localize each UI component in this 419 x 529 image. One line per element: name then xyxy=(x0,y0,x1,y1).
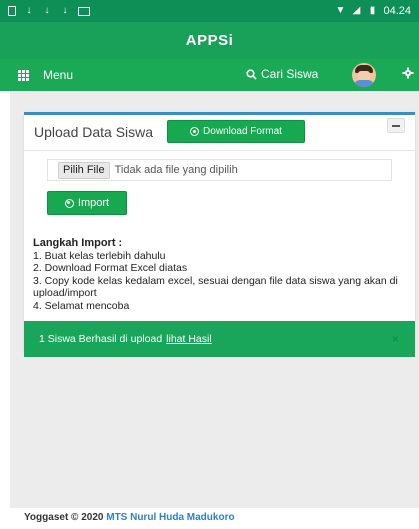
app-title-bar: APPSi xyxy=(0,22,419,59)
panel-header: Upload Data Siswa Download Format xyxy=(24,115,415,151)
success-alert: 1 Siswa Berhasil di upload lihat Hasil × xyxy=(24,321,415,357)
search-student-link[interactable]: Cari Siswa xyxy=(246,67,318,81)
download-icon: ↓ xyxy=(62,5,68,16)
status-time: 04.24 xyxy=(383,5,411,17)
view-result-link[interactable]: lihat Hasil xyxy=(166,333,212,345)
download-icon: ↓ xyxy=(26,5,32,16)
search-icon xyxy=(246,68,257,80)
battery-icon: ▮ xyxy=(369,5,376,16)
app-title: APPSi xyxy=(185,32,234,49)
import-steps: Langkah Import : 1. Buat kelas terlebih … xyxy=(33,237,411,312)
image-icon xyxy=(78,6,90,16)
step-item: 2. Download Format Excel diatas xyxy=(33,262,188,274)
step-item: 4. Selamat mencoba xyxy=(33,299,130,312)
file-status-text: Tidak ada file yang dipilih xyxy=(114,164,238,176)
import-circle-icon xyxy=(64,198,74,208)
choose-file-button[interactable]: Pilih File xyxy=(58,161,110,179)
alert-message: 1 Siswa Berhasil di upload xyxy=(39,333,163,345)
download-format-label: Download Format xyxy=(203,126,282,137)
nav-bar: Menu Cari Siswa xyxy=(0,59,419,91)
footer: Yoggaset © 2020 MTS Nurul Huda Madukoro xyxy=(24,512,235,523)
footer-brand-link[interactable]: MTS Nurul Huda Madukoro xyxy=(106,512,234,523)
file-input[interactable]: Pilih File Tidak ada file yang dipilih xyxy=(47,159,392,181)
panel-title: Upload Data Siswa xyxy=(34,124,154,140)
minus-icon xyxy=(392,124,400,127)
footer-text: Yoggaset © 2020 xyxy=(24,512,104,523)
sim-icon xyxy=(8,6,16,16)
steps-title: Langkah Import : xyxy=(33,237,123,249)
collapse-button[interactable] xyxy=(387,118,405,133)
signal-icon: ◢ xyxy=(352,5,361,16)
status-bar: ↓ ↓ ↓ ▼ ◢ ▮ 04.24 xyxy=(0,0,419,22)
step-item: 3. Copy kode kelas kedalam excel, sesuai… xyxy=(33,274,398,300)
step-item: 1. Buat kelas terlebih dahulu xyxy=(33,249,166,262)
menu-button[interactable]: Menu xyxy=(18,68,73,82)
download-icon: ↓ xyxy=(44,5,50,16)
import-label: Import xyxy=(77,197,110,209)
gear-icon[interactable] xyxy=(402,67,414,79)
download-format-button[interactable]: Download Format xyxy=(167,120,305,143)
close-icon[interactable]: × xyxy=(392,332,399,346)
wifi-icon: ▼ xyxy=(335,5,346,16)
user-avatar[interactable] xyxy=(352,63,376,87)
grid-menu-icon xyxy=(18,69,29,81)
import-button[interactable]: Import xyxy=(47,191,127,215)
search-label: Cari Siswa xyxy=(261,67,319,81)
menu-label: Menu xyxy=(43,68,74,82)
download-circle-icon xyxy=(190,127,200,136)
upload-panel: Upload Data Siswa Download Format Pilih … xyxy=(24,112,415,352)
